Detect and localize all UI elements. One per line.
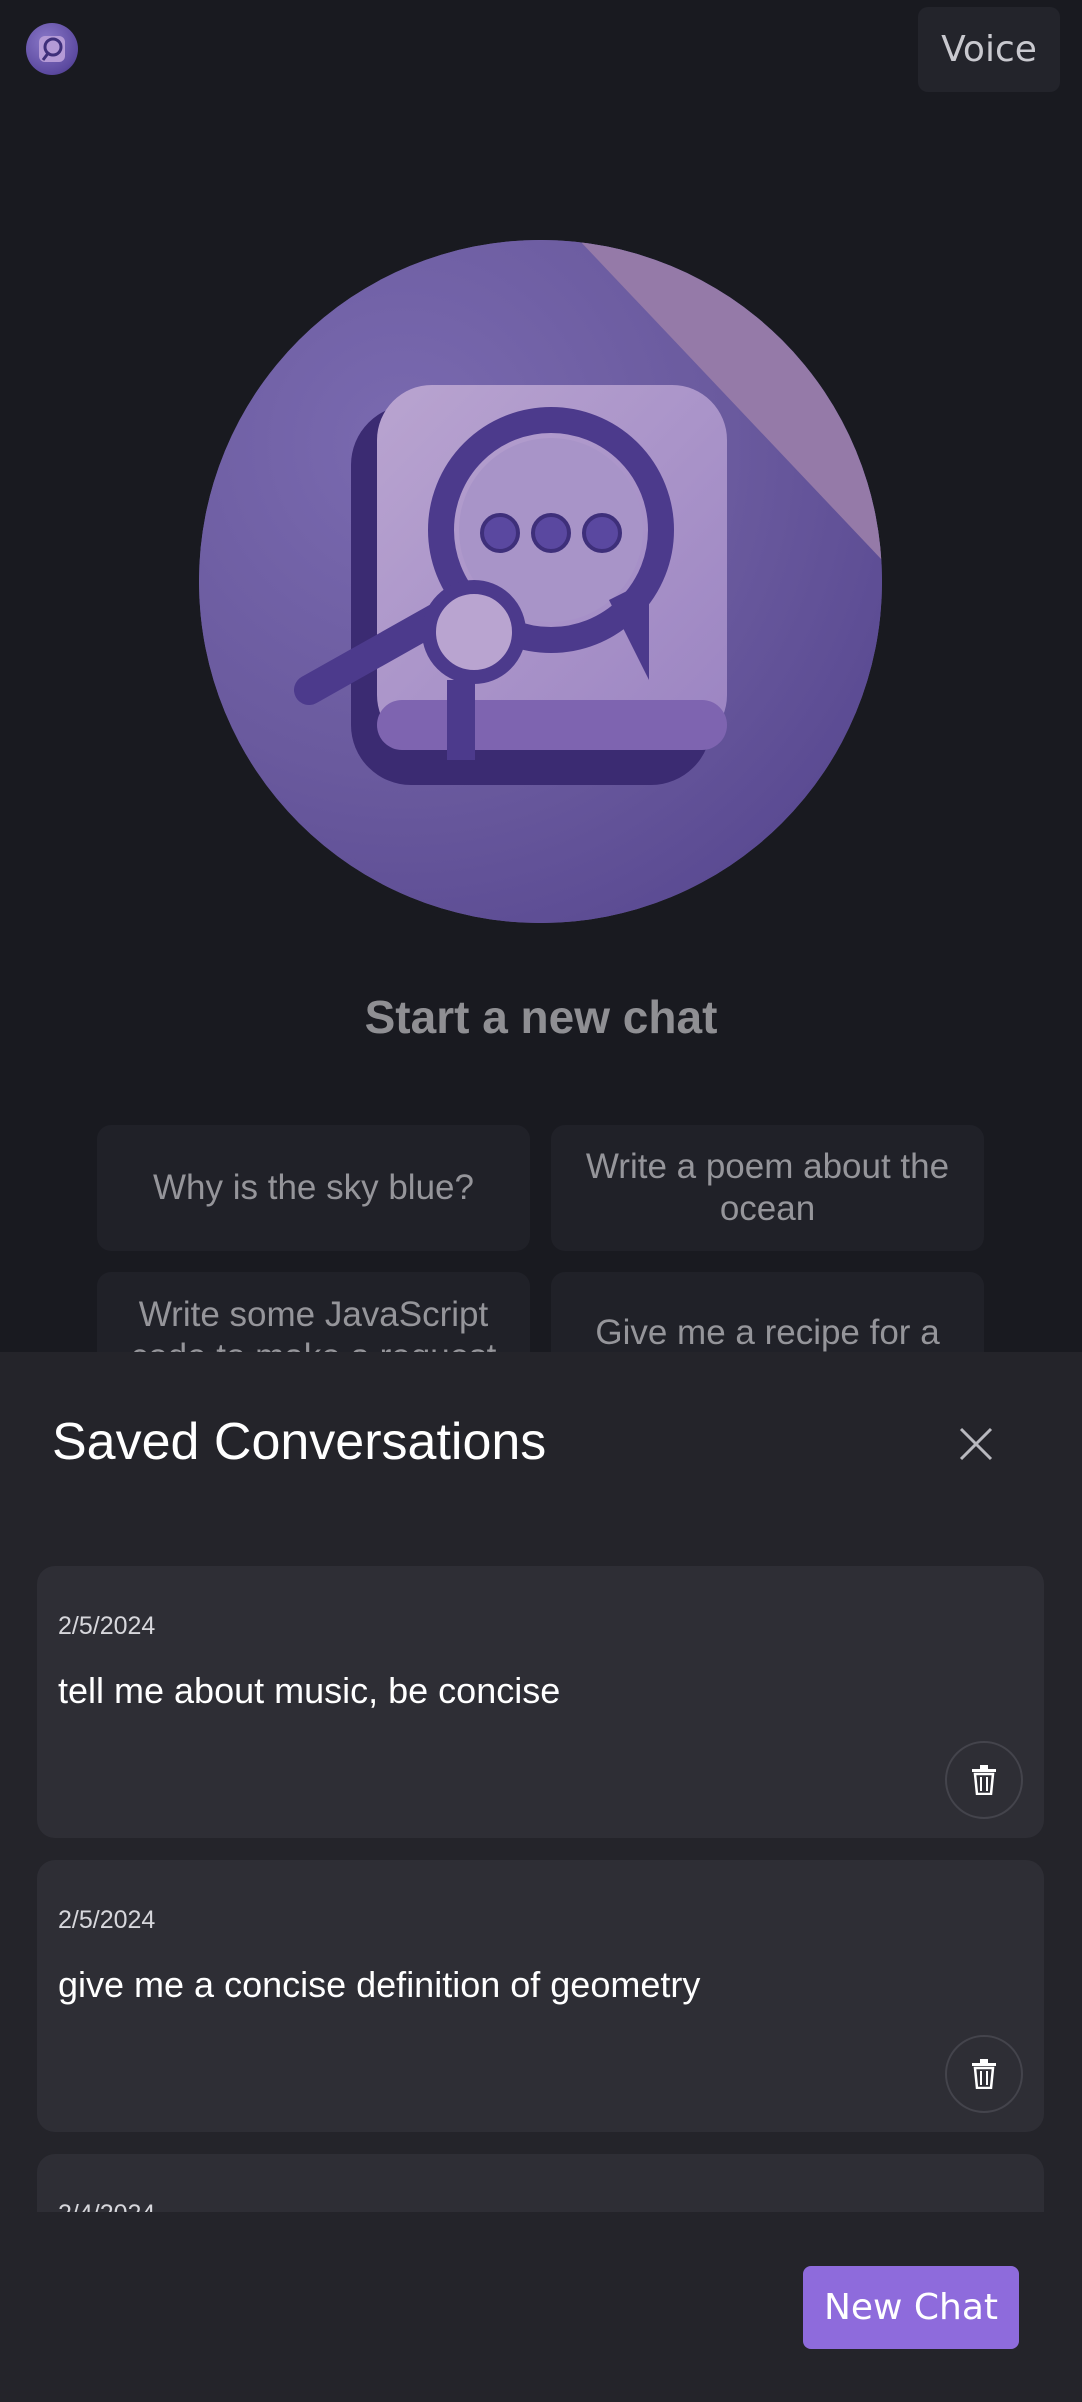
new-chat-button[interactable]: New Chat [803,2266,1019,2349]
conversation-title: give me a concise definition of geometry [58,1964,701,2005]
suggestion-chip[interactable]: Write a poem about the ocean [551,1125,984,1251]
conversation-date: 2/5/2024 [58,1906,156,1934]
conversation-card[interactable]: 2/5/2024 give me a concise definition of… [37,1860,1044,2132]
suggestion-chip[interactable]: Write some JavaScript code to make a req… [97,1272,530,1352]
app-screen: Voice Start a new chat Why is the sky bl… [0,0,1082,2402]
top-bar: Voice [0,0,1082,100]
chat-bubble-microphone-icon [199,240,882,923]
voice-button[interactable]: Voice [918,7,1060,92]
conversation-date: 2/5/2024 [58,1612,156,1640]
hero-logo [199,240,882,923]
conversation-date: 2/4/2024 [58,2200,155,2212]
suggestion-chip[interactable]: Give me a recipe for a [551,1272,984,1352]
conversation-card[interactable]: 2/4/2024 [37,2154,1044,2212]
saved-conversations-sheet: Saved Conversations 2/5/2024 tell me abo… [0,1352,1082,2402]
conversation-list[interactable]: 2/5/2024 tell me about music, be concise… [0,1566,1082,2212]
conversation-card[interactable]: 2/5/2024 tell me about music, be concise [37,1566,1044,1838]
close-icon[interactable] [950,1418,1002,1470]
suggestion-chip[interactable]: Why is the sky blue? [97,1125,530,1251]
trash-icon[interactable] [945,1741,1023,1819]
start-new-chat-heading: Start a new chat [364,991,718,1043]
assistant-chat-icon[interactable] [26,23,78,75]
sheet-title: Saved Conversations [52,1413,547,1471]
conversation-title: tell me about music, be concise [58,1670,561,1711]
trash-icon[interactable] [945,2035,1023,2113]
